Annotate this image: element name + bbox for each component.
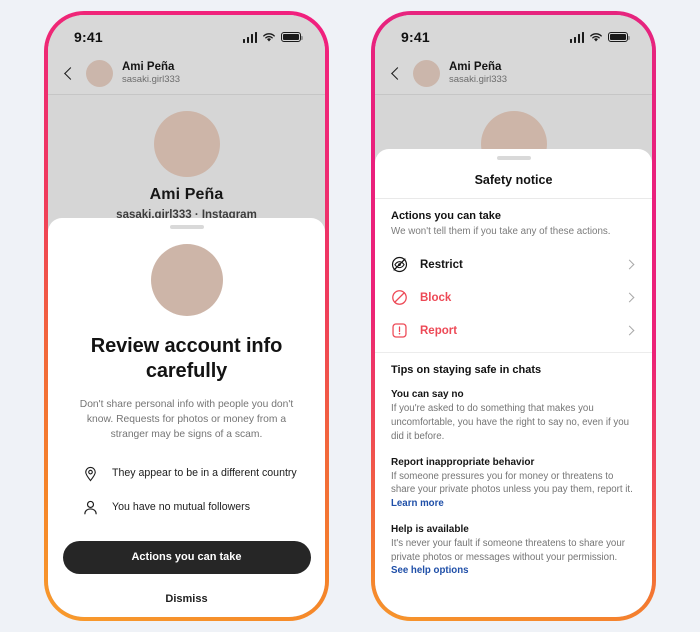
action-restrict[interactable]: Restrict <box>375 248 652 281</box>
tip-body-text: If someone pressures you for money or th… <box>391 470 633 496</box>
battery-icon <box>281 32 304 42</box>
action-label: Block <box>420 291 452 304</box>
list-item: They appear to be in a different country <box>82 465 307 482</box>
tips-header: Tips on staying safe in chats <box>391 364 542 377</box>
chevron-right-icon <box>625 260 634 269</box>
restrict-eye-off-icon <box>391 257 408 273</box>
action-report[interactable]: Report <box>375 314 652 347</box>
review-title: Review account info carefully <box>90 335 283 382</box>
sheet-avatar <box>150 244 223 316</box>
profile-avatar <box>153 111 220 177</box>
report-exclamation-icon <box>392 323 407 338</box>
list-item: You have no mutual followers <box>82 499 307 516</box>
phone-screen-left: 9:41 Ami Peña sasaki.girl333 Ami Peña sa… <box>48 15 325 617</box>
tips-section: Tips on staying safe in chats You can sa… <box>375 353 652 601</box>
tip-body: If someone pressures you for money or th… <box>391 470 636 511</box>
tip-heading: Help is available <box>391 523 469 535</box>
action-label: Report <box>420 324 458 337</box>
nav-handle: sasaki.girl333 <box>449 74 508 86</box>
chevron-right-icon <box>625 293 634 302</box>
action-label: Restrict <box>420 258 463 271</box>
status-bar: 9:41 <box>375 15 652 53</box>
learn-more-link[interactable]: Learn more <box>391 498 444 509</box>
see-help-options-link[interactable]: See help options <box>391 565 469 576</box>
sheet-title: Safety notice <box>375 160 652 199</box>
tip-body: It's never your fault if someone threate… <box>391 537 636 578</box>
actions-section-header: Actions you can take We won't tell them … <box>375 199 652 247</box>
phone-screen-right: 9:41 Ami Peña sasaki.girl333 Safety noti… <box>375 15 652 617</box>
dismiss-button[interactable]: Dismiss <box>165 593 207 605</box>
nav-display-name: Ami Peña <box>449 61 502 74</box>
tip-body: If you're asked to do something that mak… <box>391 402 636 443</box>
action-block[interactable]: Block <box>375 281 652 314</box>
tip-item: Help is available It's never your fault … <box>391 524 636 578</box>
nav-identity: Ami Peña sasaki.girl333 <box>122 61 180 86</box>
battery-icon <box>608 32 631 42</box>
avatar[interactable] <box>86 60 113 87</box>
phone-mockup-left: 9:41 Ami Peña sasaki.girl333 Ami Peña sa… <box>44 11 329 621</box>
phone-mockup-right: 9:41 Ami Peña sasaki.girl333 Safety noti… <box>371 11 656 621</box>
nav-identity: Ami Peña sasaki.girl333 <box>449 61 507 86</box>
signal-bars-icon <box>569 31 584 43</box>
actions-header: Actions you can take <box>391 210 502 222</box>
nav-handle: sasaki.girl333 <box>122 74 181 86</box>
sheet-drag-handle[interactable] <box>169 225 204 229</box>
tip-body-text: If you're asked to do something that mak… <box>391 403 630 442</box>
nav-display-name: Ami Peña <box>122 61 175 74</box>
tip-item: Report inappropriate behavior If someone… <box>391 457 636 511</box>
location-pin-icon <box>85 466 96 482</box>
profile-background: Safety notice Actions you can take We wo… <box>375 95 652 617</box>
review-account-sheet: Review account info carefully Don't shar… <box>48 218 325 617</box>
tip-body-text: It's never your fault if someone threate… <box>391 537 625 563</box>
review-facts-list: They appear to be in a different country… <box>66 465 307 533</box>
block-circle-slash-icon <box>392 290 407 306</box>
avatar[interactable] <box>413 60 440 87</box>
actions-you-can-take-button[interactable]: Actions you can take <box>62 540 311 574</box>
chevron-right-icon <box>625 326 634 335</box>
signal-bars-icon <box>242 31 257 43</box>
status-bar-time: 9:41 <box>401 29 430 45</box>
chevron-left-icon[interactable] <box>389 67 403 81</box>
chevron-left-icon[interactable] <box>62 67 76 81</box>
profile-background: Ami Peña sasaki.girl333 · Instagram 537 … <box>48 95 325 617</box>
status-bar: 9:41 <box>48 15 325 53</box>
tip-heading: Report inappropriate behavior <box>391 456 535 468</box>
actions-list: Restrict Block Report <box>375 247 652 352</box>
tip-heading: You can say no <box>391 389 464 401</box>
chat-nav-bar: Ami Peña sasaki.girl333 <box>375 53 652 95</box>
person-icon <box>84 500 97 515</box>
sheet-content: Actions you can take We won't tell them … <box>375 199 652 617</box>
actions-subtext: We won't tell them if you take any of th… <box>391 226 611 237</box>
fact-label: You have no mutual followers <box>112 501 251 514</box>
review-description: Don't share personal info with people yo… <box>79 398 294 441</box>
status-bar-time: 9:41 <box>74 29 103 45</box>
chat-nav-bar: Ami Peña sasaki.girl333 <box>48 53 325 95</box>
screenshot-stage: 9:41 Ami Peña sasaki.girl333 Ami Peña sa… <box>0 0 700 632</box>
status-bar-icons <box>569 31 631 43</box>
fact-label: They appear to be in a different country <box>112 467 297 480</box>
wifi-icon <box>590 32 602 42</box>
profile-name: Ami Peña <box>149 186 224 203</box>
tip-item: You can say no If you're asked to do som… <box>391 389 636 443</box>
safety-notice-sheet: Safety notice Actions you can take We wo… <box>375 149 652 617</box>
status-bar-icons <box>242 31 304 43</box>
wifi-icon <box>263 32 275 42</box>
